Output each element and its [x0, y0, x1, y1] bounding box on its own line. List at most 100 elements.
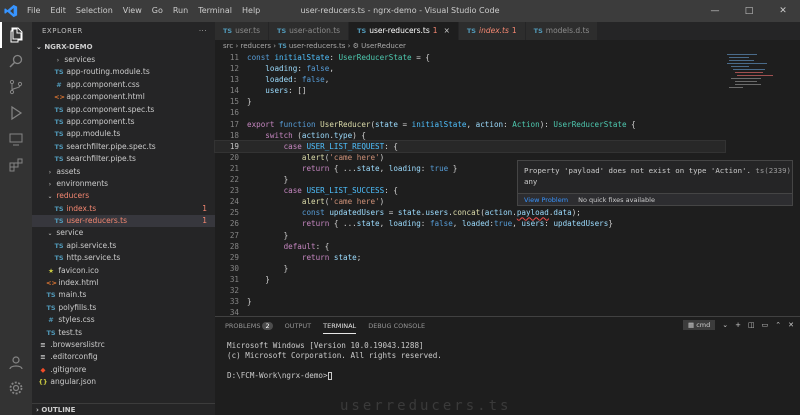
- tab-index-ts[interactable]: TS index.ts 1: [458, 22, 526, 40]
- file-tree-item[interactable]: TS searchfilter.pipe.spec.ts: [32, 141, 215, 153]
- terminal-output[interactable]: Microsoft Windows [Version 10.0.19043.12…: [215, 335, 800, 387]
- code-line[interactable]: 19 case USER_LIST_REQUEST: {: [214, 139, 726, 153]
- file-tree-item[interactable]: ★ favicon.ico: [32, 265, 215, 277]
- file-tree-item[interactable]: TS app.component.spec.ts: [32, 104, 215, 116]
- file-tree-item[interactable]: TS app-routing.module.ts: [32, 66, 215, 78]
- menu-item-edit[interactable]: Edit: [45, 0, 71, 22]
- file-tree-item[interactable]: ◆ .gitignore: [32, 364, 215, 376]
- file-tree-item[interactable]: TS index.ts 1: [32, 203, 215, 215]
- code-line[interactable]: 26 return { ...state, loading: false, lo…: [215, 218, 725, 229]
- code-line[interactable]: 15}: [215, 96, 725, 107]
- vscode-logo-icon: [0, 0, 22, 22]
- code-line[interactable]: 17 export function UserReducer(state = in…: [215, 119, 725, 130]
- menu-item-selection[interactable]: Selection: [71, 0, 118, 22]
- code-line[interactable]: 33}: [215, 296, 725, 307]
- menu-item-terminal[interactable]: Terminal: [193, 0, 237, 22]
- source-control-icon[interactable]: [0, 74, 32, 100]
- file-tree-item[interactable]: {} angular.json: [32, 376, 215, 388]
- chevron-up-icon[interactable]: ⌃: [775, 321, 781, 329]
- more-actions-icon[interactable]: ···: [199, 22, 207, 40]
- file-tree-item[interactable]: › environments: [32, 178, 215, 190]
- file-tree-item[interactable]: TS app.module.ts: [32, 128, 215, 140]
- no-fixes-text: No quick fixes available: [578, 196, 655, 204]
- file-tree-item[interactable]: › assets: [32, 166, 215, 178]
- breadcrumb-item[interactable]: user-reducers.ts: [289, 42, 346, 50]
- outline-section[interactable]: › OUTLINE: [32, 403, 215, 415]
- panel-tab-debug-console[interactable]: DEBUG CONSOLE: [368, 322, 425, 330]
- close-tab-icon[interactable]: ×: [444, 22, 450, 40]
- code-line[interactable]: 12 loading: false,: [215, 63, 725, 74]
- file-tree-item[interactable]: TS polyfills.ts: [32, 302, 215, 314]
- tab-user-ts[interactable]: TS user.ts: [215, 22, 270, 40]
- file-tree-item[interactable]: TS api.service.ts: [32, 240, 215, 252]
- file-tree-item[interactable]: TS searchfilter.pipe.ts: [32, 153, 215, 165]
- file-tree-item[interactable]: TS test.ts: [32, 327, 215, 339]
- file-tree-item[interactable]: ⌄ reducers: [32, 190, 215, 202]
- code-line[interactable]: 31 }: [215, 274, 725, 285]
- chevron-down-icon[interactable]: ⌄: [722, 321, 728, 329]
- minimize-icon[interactable]: —: [698, 0, 732, 22]
- file-tree-item[interactable]: › services: [32, 54, 215, 66]
- panel-tab-terminal[interactable]: TERMINAL: [323, 319, 357, 334]
- file-tree-item[interactable]: TS main.ts: [32, 289, 215, 301]
- project-section[interactable]: ⌄ NGRX-DEMO: [32, 40, 215, 54]
- code-line[interactable]: 14 users: []: [215, 85, 725, 96]
- breadcrumb-item[interactable]: reducers: [240, 42, 271, 50]
- file-tree-item[interactable]: ≡ .browserslistrc: [32, 339, 215, 351]
- breadcrumb-item[interactable]: src: [223, 42, 233, 50]
- code-line[interactable]: 28 default: {: [215, 241, 725, 252]
- code-text: alert('came here'): [301, 152, 385, 162]
- split-terminal-icon[interactable]: ◫: [748, 321, 755, 329]
- menu-item-help[interactable]: Help: [237, 0, 265, 22]
- file-tree-item[interactable]: ≡ .editorconfig: [32, 351, 215, 363]
- file-tree-item[interactable]: TS app.component.ts: [32, 116, 215, 128]
- file-tree-label: favicon.ico: [56, 265, 99, 275]
- gear-icon[interactable]: [0, 375, 32, 401]
- file-tree-item[interactable]: # app.component.css: [32, 79, 215, 91]
- code-line[interactable]: 30 }: [215, 263, 725, 274]
- close-panel-icon[interactable]: ✕: [788, 321, 794, 329]
- code-text: return { ...state, loading: true }: [301, 163, 458, 173]
- code-line[interactable]: 29 return state;: [215, 252, 725, 263]
- breadcrumb-item[interactable]: UserReducer: [361, 42, 406, 50]
- tab-user-reducers-ts[interactable]: TS user-reducers.ts 1 ×: [349, 22, 459, 40]
- trash-icon[interactable]: ▭: [762, 321, 769, 329]
- maximize-icon[interactable]: □: [732, 0, 766, 22]
- code-line[interactable]: 18 switch (action.type) {: [215, 130, 725, 141]
- add-terminal-icon[interactable]: +: [735, 321, 741, 329]
- panel-tab-problems[interactable]: PROBLEMS 2: [225, 322, 273, 330]
- file-tree-item[interactable]: ⌄ service: [32, 227, 215, 239]
- extensions-icon[interactable]: [0, 152, 32, 178]
- activity-bar: [0, 22, 32, 415]
- close-icon[interactable]: ✕: [766, 0, 800, 22]
- code-line[interactable]: 16: [215, 107, 725, 118]
- search-icon[interactable]: [0, 48, 32, 74]
- code-line[interactable]: 27 }: [215, 230, 725, 241]
- code-line[interactable]: 25 const updatedUsers = state.users.conc…: [215, 207, 725, 218]
- remote-explorer-icon[interactable]: [0, 126, 32, 152]
- panel-tab-output[interactable]: OUTPUT: [285, 322, 312, 330]
- menu-item-run[interactable]: Run: [168, 0, 193, 22]
- tab-models-d-ts[interactable]: TS models.d.ts: [525, 22, 599, 40]
- menu-item-go[interactable]: Go: [147, 0, 168, 22]
- file-tree-item[interactable]: <> app.component.html: [32, 91, 215, 103]
- account-icon[interactable]: [0, 349, 32, 375]
- view-problem-link[interactable]: View Problem: [524, 194, 568, 205]
- menu-item-file[interactable]: File: [22, 0, 45, 22]
- file-tree-item[interactable]: TS http.service.ts: [32, 252, 215, 264]
- minimap[interactable]: [725, 52, 795, 102]
- tab-user-action-ts[interactable]: TS user-action.ts: [269, 22, 350, 40]
- tab-label: models.d.ts: [545, 26, 590, 35]
- typescript-file-icon: TS: [223, 27, 233, 35]
- menu-item-view[interactable]: View: [118, 0, 147, 22]
- file-tree-item[interactable]: <> index.html: [32, 277, 215, 289]
- code-line[interactable]: 11 const initialState: UserReducerState =…: [215, 52, 725, 63]
- code-line[interactable]: 32: [215, 285, 725, 296]
- code-line[interactable]: 13 loaded: false,: [215, 74, 725, 85]
- file-tree-item[interactable]: # styles.css: [32, 314, 215, 326]
- file-tree-item[interactable]: TS user-reducers.ts 1: [32, 215, 215, 228]
- terminal-select[interactable]: ▦ cmd: [682, 320, 716, 330]
- file-tree-label: polyfills.ts: [56, 302, 97, 312]
- run-debug-icon[interactable]: [0, 100, 32, 126]
- explorer-icon[interactable]: [0, 22, 32, 48]
